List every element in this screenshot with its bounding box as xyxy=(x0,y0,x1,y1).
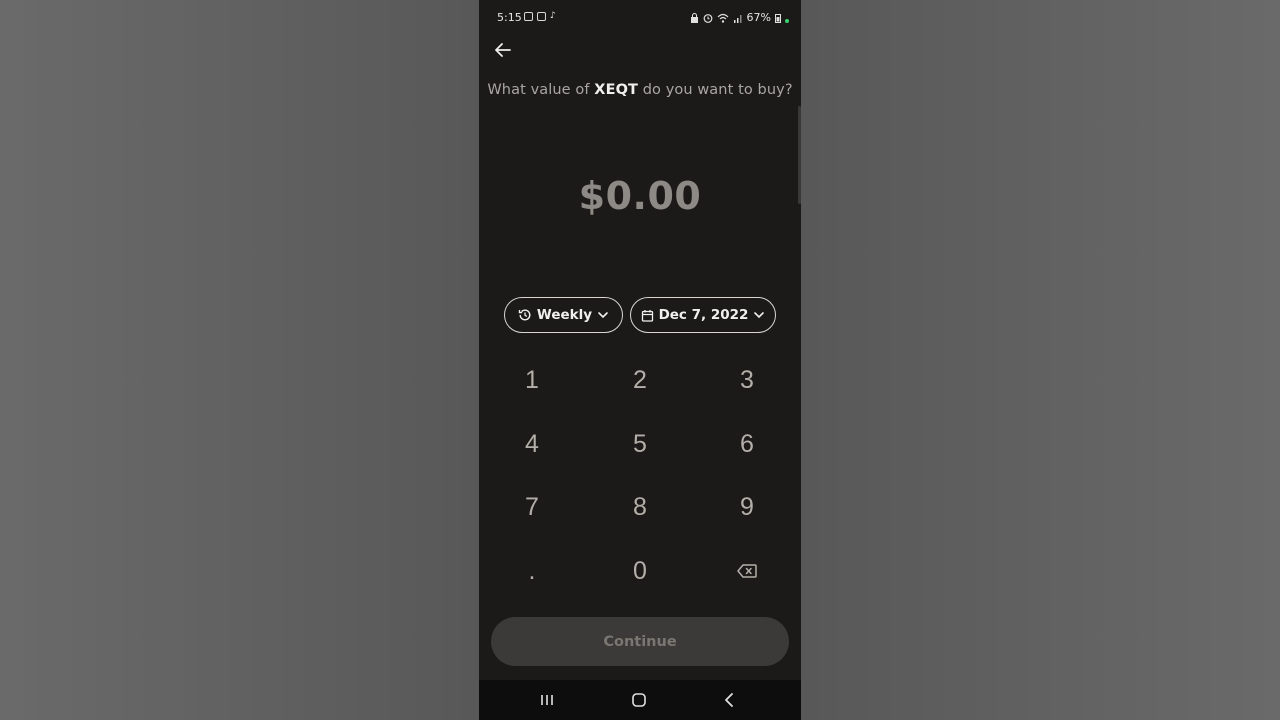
key-4[interactable]: 4 xyxy=(492,417,572,471)
frequency-label: Weekly xyxy=(536,307,593,323)
chevron-down-icon xyxy=(598,312,608,319)
calendar-icon xyxy=(641,309,653,322)
notification-icons: ♪ xyxy=(524,12,556,21)
background-left xyxy=(0,0,479,720)
cast-icon xyxy=(537,12,546,21)
question-prefix: What value of xyxy=(487,82,595,98)
home-button[interactable] xyxy=(627,688,651,712)
screenshot-icon xyxy=(524,12,533,21)
system-nav-bar xyxy=(479,680,801,720)
back-button[interactable] xyxy=(491,38,515,62)
backspace-icon xyxy=(737,564,757,578)
frequency-dropdown[interactable]: Weekly xyxy=(504,297,623,333)
question-suffix: do you want to buy? xyxy=(638,82,793,98)
key-8[interactable]: 8 xyxy=(600,480,680,534)
status-time: 5:15 xyxy=(497,11,522,24)
key-7[interactable]: 7 xyxy=(492,480,572,534)
arrow-left-icon xyxy=(495,43,511,57)
key-backspace[interactable] xyxy=(707,544,787,598)
system-back-button[interactable] xyxy=(717,688,741,712)
status-bar: 5:15 ♪ 67% xyxy=(479,0,801,36)
key-0[interactable]: 0 xyxy=(600,544,680,598)
question-heading: What value of XEQT do you want to buy? xyxy=(479,82,801,98)
chevron-down-icon xyxy=(754,312,765,319)
key-6[interactable]: 6 xyxy=(707,417,787,471)
wifi-icon xyxy=(717,13,728,23)
lock-icon xyxy=(690,12,698,23)
key-decimal[interactable]: . xyxy=(492,544,572,598)
key-5[interactable]: 5 xyxy=(600,417,680,471)
battery-percent: 67% xyxy=(746,11,771,24)
start-date-dropdown[interactable]: Dec 7, 2022 xyxy=(630,297,776,333)
history-icon xyxy=(518,309,531,321)
system-status-icons: 67% xyxy=(690,11,789,24)
charging-dot xyxy=(785,18,789,23)
chevron-left-icon xyxy=(725,693,733,707)
recent-apps-icon xyxy=(541,695,553,705)
background-right xyxy=(801,0,1280,720)
continue-button[interactable]: Continue xyxy=(491,617,789,666)
alarm-icon xyxy=(703,13,712,23)
start-date-label: Dec 7, 2022 xyxy=(658,307,749,323)
recent-apps-button[interactable] xyxy=(535,688,559,712)
phone-screen: 5:15 ♪ 67% What value of XEQT do you wan… xyxy=(479,0,801,720)
tiktok-icon: ♪ xyxy=(550,11,556,21)
signal-icon xyxy=(733,14,742,23)
ticker-symbol: XEQT xyxy=(594,82,638,98)
key-9[interactable]: 9 xyxy=(707,480,787,534)
key-3[interactable]: 3 xyxy=(707,353,787,407)
amount-display: $0.00 xyxy=(578,174,702,218)
key-2[interactable]: 2 xyxy=(600,353,680,407)
battery-icon xyxy=(775,13,781,23)
home-icon xyxy=(632,693,646,707)
key-1[interactable]: 1 xyxy=(492,353,572,407)
